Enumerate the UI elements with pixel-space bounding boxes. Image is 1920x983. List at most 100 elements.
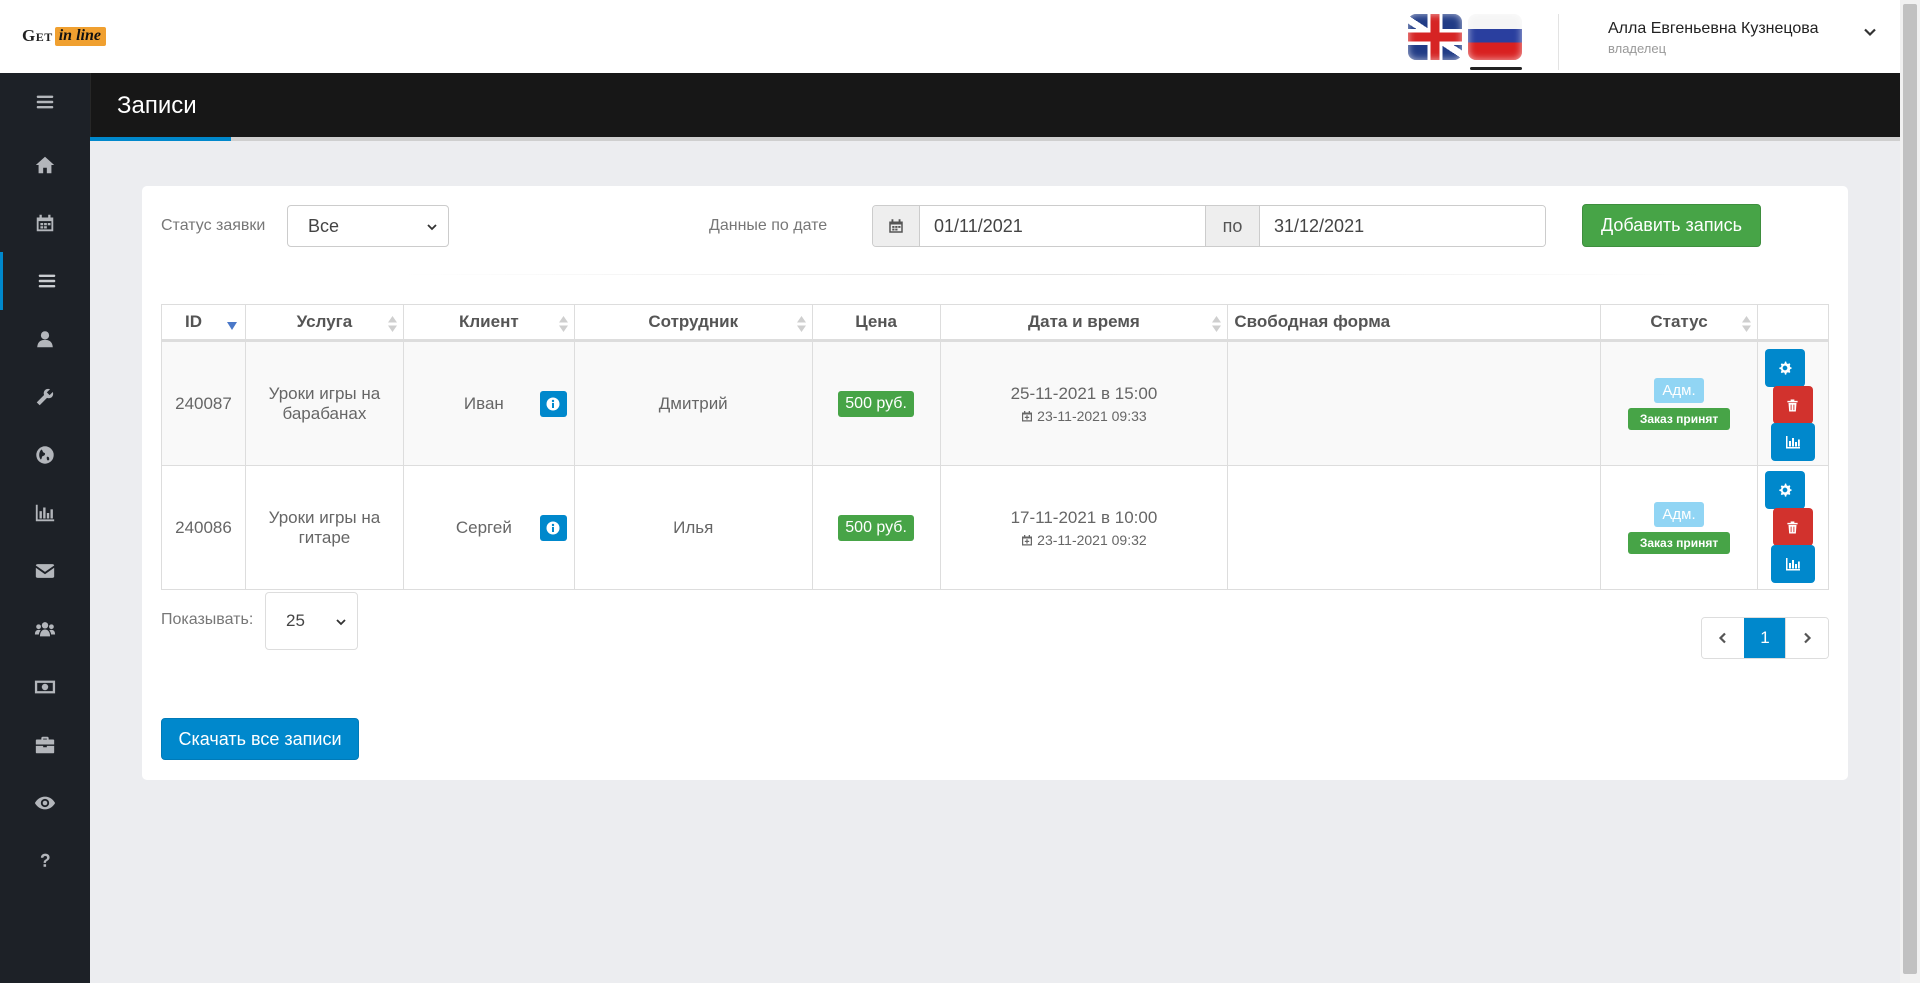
sidebar-item-staff[interactable] xyxy=(0,600,90,658)
money-icon xyxy=(34,680,56,694)
info-icon xyxy=(546,397,560,410)
sidebar-item-site[interactable] xyxy=(0,426,90,484)
cell-id: 240086 xyxy=(161,465,246,590)
scrollbar[interactable] xyxy=(1900,0,1920,983)
cell-datetime: 25-11-2021 в 15:00 23-11-2021 09:33 xyxy=(939,340,1229,466)
chevron-right-icon xyxy=(1804,632,1812,644)
records-table: ID Услуга Клиент Сотрудник Цена Дата и в… xyxy=(161,304,1830,590)
cell-client: Сергей xyxy=(402,465,575,590)
table-row: 240087 Уроки игры на барабанах Иван Дмит… xyxy=(161,340,1830,466)
logo-inline: in line xyxy=(54,26,106,46)
sidebar-item-settings[interactable] xyxy=(0,368,90,426)
pagination: 1 xyxy=(1701,617,1829,659)
cell-status: Адм. Заказ принят xyxy=(1600,340,1758,466)
russian-flag-icon[interactable] xyxy=(1468,14,1522,60)
sidebar-item-messages[interactable] xyxy=(0,542,90,600)
column-header-service[interactable]: Услуга xyxy=(244,304,404,342)
sidebar-item-stats[interactable] xyxy=(0,484,90,542)
sort-desc-icon xyxy=(226,322,237,330)
date-from-input[interactable]: 01/11/2021 xyxy=(919,206,1205,246)
page-size-select[interactable]: 25 xyxy=(265,592,358,650)
client-info-button[interactable] xyxy=(539,390,567,417)
column-header-id[interactable]: ID xyxy=(161,304,246,342)
bar-chart-icon xyxy=(35,504,55,522)
sidebar-item-records[interactable] xyxy=(0,252,90,310)
next-page-button[interactable] xyxy=(1786,618,1828,658)
page-header: Записи xyxy=(90,73,1900,137)
chevron-down-icon xyxy=(336,619,346,626)
menu-icon[interactable] xyxy=(0,73,90,131)
sidebar-item-profile[interactable] xyxy=(0,310,90,368)
gear-icon xyxy=(1779,361,1792,375)
edit-record-button[interactable] xyxy=(1764,471,1805,509)
download-all-button[interactable]: Скачать все записи xyxy=(161,718,359,760)
status-filter-value: Все xyxy=(308,215,340,236)
chevron-down-icon xyxy=(427,224,437,231)
date-range: 01/11/2021 по 31/12/2021 xyxy=(872,205,1546,247)
delete-record-button[interactable] xyxy=(1772,386,1813,424)
sort-icon xyxy=(387,316,397,332)
sidebar-item-help[interactable] xyxy=(0,832,90,890)
sidebar-item-services[interactable] xyxy=(0,716,90,774)
prev-page-button[interactable] xyxy=(1702,618,1744,658)
column-header-status[interactable]: Статус xyxy=(1600,304,1758,342)
sort-icon xyxy=(558,316,568,332)
list-icon xyxy=(38,274,55,288)
status-badge: Заказ принят xyxy=(1628,407,1731,430)
sidebar-item-payments[interactable] xyxy=(0,658,90,716)
envelope-icon xyxy=(35,564,55,578)
chevron-down-icon[interactable] xyxy=(1863,25,1877,39)
record-stats-button[interactable] xyxy=(1770,545,1815,583)
cell-price: 500 руб. xyxy=(811,465,941,590)
date-to-input[interactable]: 31/12/2021 xyxy=(1259,206,1545,246)
column-header-client[interactable]: Клиент xyxy=(402,304,575,342)
calendar-icon[interactable] xyxy=(873,206,919,246)
cell-service: Уроки игры на барабанах xyxy=(244,340,404,466)
briefcase-icon xyxy=(35,736,55,754)
date-filter-label: Данные по дате xyxy=(709,217,828,234)
edit-record-button[interactable] xyxy=(1764,349,1805,387)
column-header-free-form: Свободная форма xyxy=(1227,304,1602,342)
calendar-plus-icon xyxy=(1022,534,1033,545)
status-filter-select[interactable]: Все xyxy=(287,205,449,247)
page-button-current[interactable]: 1 xyxy=(1744,618,1786,658)
cell-datetime: 17-11-2021 в 10:00 23-11-2021 09:32 xyxy=(939,465,1229,590)
bar-chart-icon xyxy=(1785,558,1800,571)
logo-get: Get xyxy=(22,26,53,45)
delete-record-button[interactable] xyxy=(1772,508,1813,546)
sort-icon xyxy=(1212,316,1222,332)
record-stats-button[interactable] xyxy=(1770,423,1815,461)
cell-free-form xyxy=(1227,465,1602,590)
add-record-button[interactable]: Добавить запись xyxy=(1582,204,1761,247)
cell-employee: Дмитрий xyxy=(573,340,813,466)
page-size-value: 25 xyxy=(286,611,305,630)
chevron-left-icon xyxy=(1718,632,1726,644)
column-header-price: Цена xyxy=(811,304,941,342)
column-header-datetime[interactable]: Дата и время xyxy=(939,304,1229,342)
status-source-badge: Адм. xyxy=(1654,501,1704,527)
column-header-employee[interactable]: Сотрудник xyxy=(573,304,813,342)
divider xyxy=(1558,14,1559,70)
sidebar-item-view[interactable] xyxy=(0,774,90,832)
user-name: Алла Евгеньевна Кузнецова xyxy=(1608,20,1819,37)
sidebar-item-calendar[interactable] xyxy=(0,194,90,252)
eye-icon xyxy=(34,796,56,810)
user-menu[interactable]: Алла Евгеньевна Кузнецова владелец xyxy=(1608,20,1818,56)
cell-actions xyxy=(1756,340,1830,466)
english-flag-icon[interactable] xyxy=(1408,14,1462,60)
gear-icon xyxy=(1779,483,1792,497)
sidebar-item-home[interactable] xyxy=(0,136,90,194)
calendar-icon xyxy=(36,214,54,232)
trash-icon xyxy=(1787,398,1799,412)
info-icon xyxy=(546,521,560,534)
created-at: 23-11-2021 09:33 xyxy=(941,408,1228,424)
divider xyxy=(402,274,1702,275)
created-at: 23-11-2021 09:32 xyxy=(941,532,1228,548)
status-badge: Заказ принят xyxy=(1628,531,1731,554)
page-title: Записи xyxy=(117,92,197,119)
question-icon xyxy=(40,853,50,867)
price-badge: 500 руб. xyxy=(838,390,914,417)
wrench-icon xyxy=(36,388,54,406)
client-info-button[interactable] xyxy=(539,514,567,541)
logo[interactable]: Get in line xyxy=(22,26,106,46)
